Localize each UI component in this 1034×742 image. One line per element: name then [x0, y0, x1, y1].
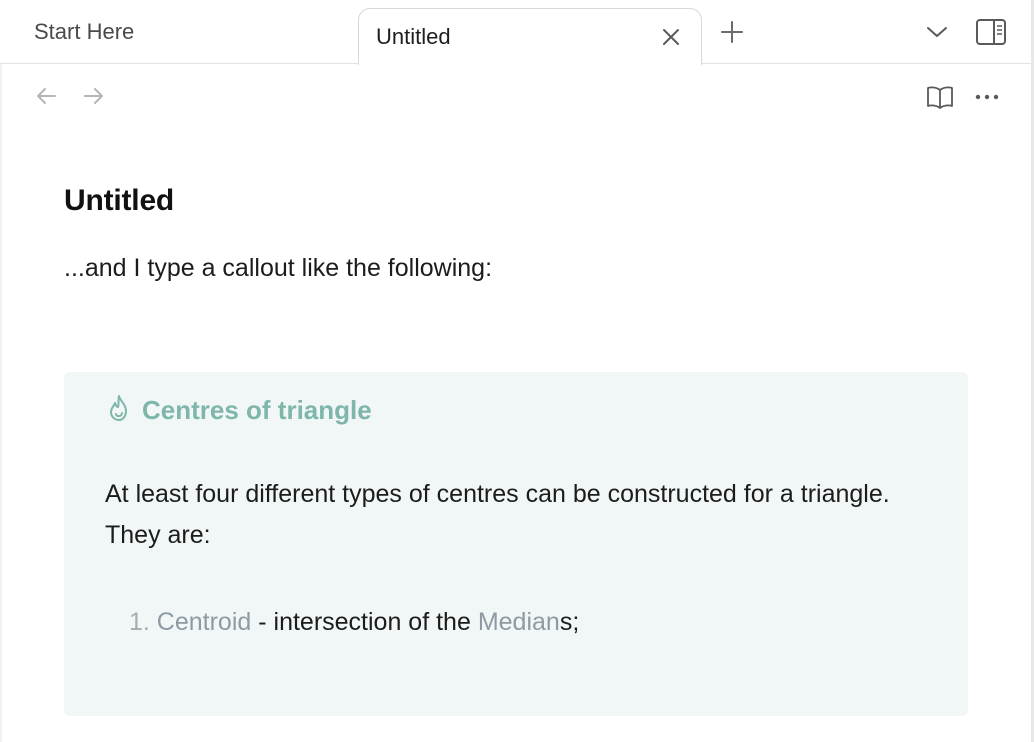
- callout-header: Centres of triangle: [106, 394, 372, 427]
- list-item: 1. Centroid - intersection of the Median…: [129, 608, 579, 637]
- flame-icon: [106, 394, 132, 427]
- tab-untitled[interactable]: Untitled: [358, 8, 702, 66]
- app-window: Start Here Untitled Untitled ...and I ty…: [0, 0, 1034, 742]
- tab-bar: Start Here Untitled: [0, 0, 1034, 66]
- chevron-down-icon[interactable]: [920, 16, 954, 48]
- internal-link-centroid[interactable]: Centroid: [157, 608, 252, 636]
- plus-icon[interactable]: [716, 16, 748, 48]
- callout-title: Centres of triangle: [142, 395, 372, 425]
- close-icon[interactable]: [657, 23, 685, 51]
- right-sidebar-icon[interactable]: [972, 14, 1010, 50]
- internal-link-median[interactable]: Median: [478, 608, 560, 636]
- tab-start-here[interactable]: Start Here: [2, 0, 358, 64]
- paragraph: ...and I type a callout like the followi…: [64, 254, 493, 282]
- tab-label: Untitled: [376, 24, 451, 49]
- view-header: [0, 66, 1034, 126]
- callout-body: At least four different types of centres…: [105, 480, 890, 549]
- arrow-left-icon[interactable]: [30, 80, 62, 112]
- list-text-tail: s;: [559, 608, 580, 636]
- list-text: - intersection of the: [251, 608, 478, 636]
- note-title[interactable]: Untitled: [64, 184, 174, 218]
- list-number: 1.: [129, 608, 157, 636]
- book-open-icon[interactable]: [922, 80, 958, 114]
- callout[interactable]: Centres of triangle At least four differ…: [64, 372, 968, 716]
- arrow-right-icon[interactable]: [78, 80, 110, 112]
- tab-label: Start Here: [34, 19, 135, 44]
- more-horizontal-icon[interactable]: [970, 80, 1004, 114]
